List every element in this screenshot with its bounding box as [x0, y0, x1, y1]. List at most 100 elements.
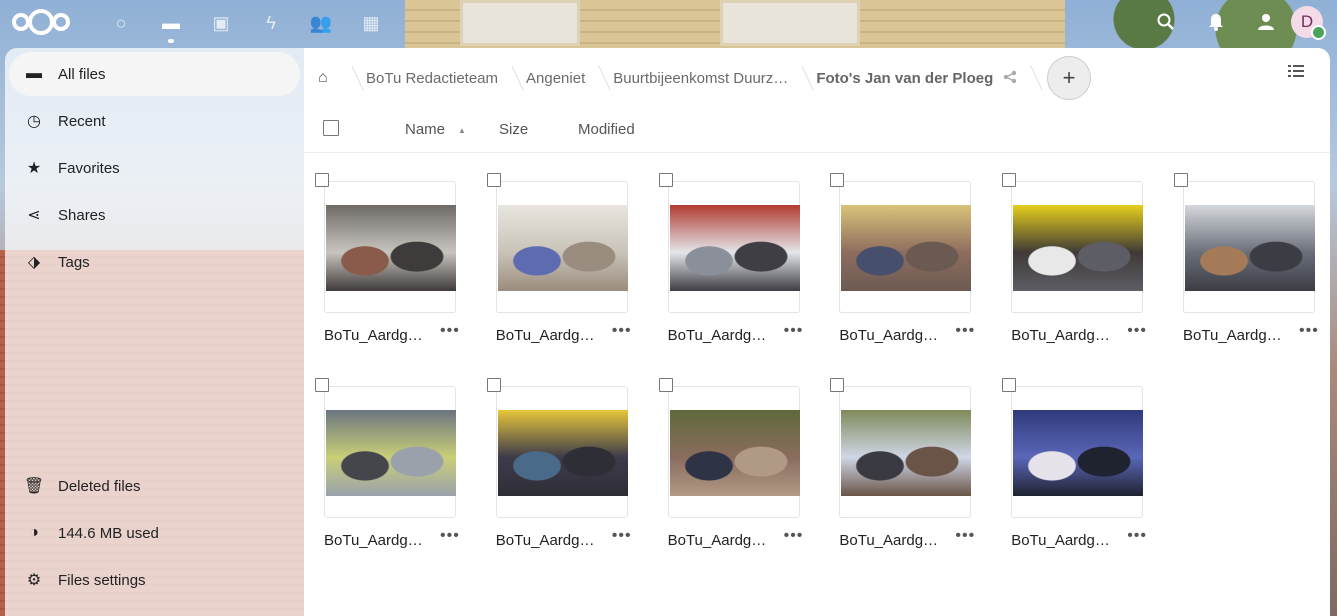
- file-thumbnail-frame[interactable]: [324, 181, 456, 313]
- more-actions-icon[interactable]: •••: [612, 527, 632, 545]
- more-actions-icon[interactable]: •••: [1127, 527, 1147, 545]
- column-modified-header[interactable]: Modified: [578, 121, 635, 138]
- breadcrumb-item[interactable]: Buurtbijeenkomst Duurz…: [599, 48, 814, 108]
- more-actions-icon[interactable]: •••: [784, 322, 804, 340]
- new-file-button[interactable]: +: [1047, 56, 1091, 100]
- file-thumbnail-frame[interactable]: [495, 386, 628, 518]
- file-name[interactable]: BoTu_Aardg…: [839, 327, 938, 344]
- file-thumbnail-frame[interactable]: [1011, 181, 1144, 313]
- photos-icon[interactable]: ▣: [196, 8, 246, 38]
- file-select-checkbox[interactable]: [658, 173, 673, 187]
- sidebar-bottom-gear[interactable]: ⚙ Files settings: [9, 558, 300, 602]
- file-select-checkbox[interactable]: [830, 378, 845, 392]
- file-select-checkbox[interactable]: [1002, 173, 1017, 187]
- column-size-header[interactable]: Size: [499, 121, 528, 138]
- more-actions-icon[interactable]: •••: [1127, 322, 1147, 340]
- photo-thumbnail: [1013, 410, 1144, 496]
- more-actions-icon[interactable]: •••: [1299, 322, 1319, 340]
- file-thumbnail-frame[interactable]: [495, 181, 628, 313]
- file-name[interactable]: BoTu_Aardg…: [1011, 532, 1110, 549]
- sidebar-item-favorites[interactable]: ★ Favorites: [9, 146, 300, 190]
- file-select-checkbox[interactable]: [315, 173, 329, 187]
- file-select-checkbox[interactable]: [1002, 378, 1017, 392]
- file-tile[interactable]: BoTu_Aardg… •••: [315, 378, 459, 551]
- sidebar-bottom-trash[interactable]: 🗑 Deleted files: [9, 464, 300, 508]
- file-name[interactable]: BoTu_Aardg…: [839, 532, 938, 549]
- file-tile[interactable]: BoTu_Aardg… •••: [1002, 378, 1146, 551]
- breadcrumb: ⌂ BoTu Redactieteam Angeniet Buurtbijeen…: [304, 48, 1330, 108]
- file-tile[interactable]: BoTu_Aardg… •••: [486, 378, 631, 551]
- select-all-checkbox[interactable]: [323, 120, 339, 136]
- breadcrumb-current[interactable]: Foto's Jan van der Ploeg: [802, 48, 1043, 108]
- file-select-checkbox[interactable]: [658, 378, 673, 392]
- breadcrumb-home[interactable]: ⌂: [304, 48, 364, 108]
- calendar-icon[interactable]: ▦: [346, 8, 396, 38]
- file-select-checkbox[interactable]: [830, 173, 845, 187]
- file-thumbnail-frame[interactable]: [667, 181, 800, 313]
- sidebar-item-label: Favorites: [58, 159, 120, 177]
- file-thumbnail-frame[interactable]: [324, 386, 456, 518]
- pie-chart-icon: ◑: [29, 524, 39, 541]
- more-actions-icon[interactable]: •••: [955, 322, 975, 340]
- file-name[interactable]: BoTu_Aardg…: [496, 327, 595, 344]
- file-name[interactable]: BoTu_Aardg…: [496, 532, 595, 549]
- file-name[interactable]: BoTu_Aardg…: [324, 532, 423, 549]
- file-select-checkbox[interactable]: [315, 378, 329, 392]
- more-actions-icon[interactable]: •••: [440, 322, 460, 340]
- file-name[interactable]: BoTu_Aardg…: [668, 327, 767, 344]
- home-icon: ⌂: [318, 69, 328, 86]
- more-actions-icon[interactable]: •••: [784, 527, 804, 545]
- file-select-checkbox[interactable]: [486, 378, 501, 392]
- file-tile[interactable]: BoTu_Aardg… •••: [1002, 173, 1146, 346]
- folder-icon: ▬: [26, 65, 42, 82]
- sidebar-item-all-files[interactable]: ▬ All files: [9, 52, 300, 96]
- sidebar-item-recent[interactable]: ◷ Recent: [9, 99, 300, 143]
- file-thumbnail-frame[interactable]: [1011, 386, 1144, 518]
- file-tile[interactable]: BoTu_Aardg… •••: [830, 173, 974, 346]
- file-tile[interactable]: BoTu_Aardg… •••: [486, 173, 631, 346]
- activity-icon[interactable]: ϟ: [246, 8, 296, 38]
- file-thumbnail-frame[interactable]: [839, 386, 972, 518]
- file-name[interactable]: BoTu_Aardg…: [668, 532, 767, 549]
- more-actions-icon[interactable]: •••: [440, 527, 460, 545]
- file-name[interactable]: BoTu_Aardg…: [1183, 327, 1282, 344]
- sidebar-item-label: Shares: [58, 206, 106, 224]
- file-name[interactable]: BoTu_Aardg…: [1011, 327, 1110, 344]
- file-tile[interactable]: BoTu_Aardg… •••: [658, 173, 802, 346]
- nextcloud-logo-icon[interactable]: [12, 8, 72, 36]
- file-tile[interactable]: BoTu_Aardg… •••: [315, 173, 459, 346]
- dashboard-icon[interactable]: ○: [96, 8, 146, 38]
- column-name-header[interactable]: Name: [405, 121, 445, 138]
- file-thumbnail-frame[interactable]: [667, 386, 800, 518]
- contacts-icon[interactable]: 👥: [296, 8, 346, 38]
- photo-thumbnail: [497, 410, 628, 496]
- more-actions-icon[interactable]: •••: [955, 527, 975, 545]
- file-tile[interactable]: BoTu_Aardg… •••: [830, 378, 974, 551]
- photo-thumbnail: [841, 410, 972, 496]
- search-icon[interactable]: [1141, 6, 1191, 38]
- gear-icon: ⚙: [26, 572, 42, 589]
- breadcrumb-label: Angeniet: [526, 69, 586, 87]
- file-select-checkbox[interactable]: [486, 173, 501, 187]
- contacts-menu-icon[interactable]: [1241, 6, 1291, 38]
- photo-thumbnail: [669, 205, 800, 291]
- more-actions-icon[interactable]: •••: [612, 322, 632, 340]
- list-view-toggle-icon[interactable]: [1288, 64, 1308, 84]
- notifications-bell-icon[interactable]: [1191, 6, 1241, 38]
- file-name[interactable]: BoTu_Aardg…: [324, 327, 423, 344]
- files-list-header: Name ▲ Size Modified: [304, 108, 1330, 153]
- files-navigation-sidebar: ▬ All files ◷ Recent ★ Favorites ⋖ Shares ⬗ Tags …: [5, 48, 304, 616]
- share-icon[interactable]: [1003, 70, 1017, 87]
- sidebar-item-tags[interactable]: ⬗ Tags: [9, 240, 300, 284]
- user-avatar[interactable]: D: [1291, 6, 1326, 40]
- files-icon[interactable]: ▬: [146, 8, 196, 43]
- file-tile[interactable]: BoTu_Aardg… •••: [658, 378, 802, 551]
- breadcrumb-item[interactable]: Angeniet: [512, 48, 611, 108]
- file-select-checkbox[interactable]: [1174, 173, 1188, 187]
- file-thumbnail-frame[interactable]: [1183, 181, 1315, 313]
- sidebar-item-shares[interactable]: ⋖ Shares: [9, 193, 300, 237]
- file-tile[interactable]: BoTu_Aardg… •••: [1174, 173, 1318, 346]
- share-icon: ⋖: [27, 207, 41, 224]
- breadcrumb-item[interactable]: BoTu Redactieteam: [352, 48, 524, 108]
- file-thumbnail-frame[interactable]: [839, 181, 972, 313]
